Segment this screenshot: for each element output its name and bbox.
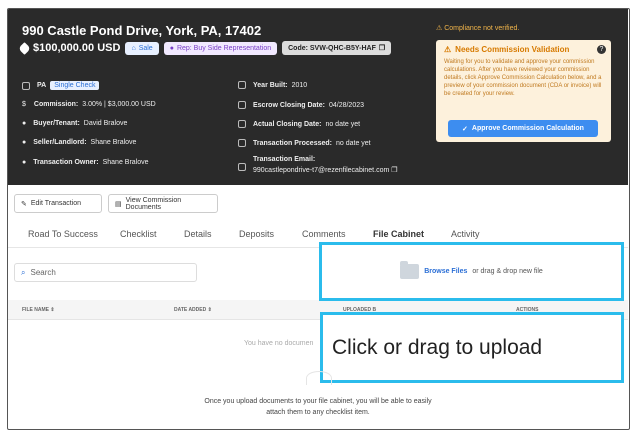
email-value: 990castlepondrive-t7@rezenfilecabinet.co… [253,167,390,174]
tab-checklist[interactable]: Checklist [120,229,157,239]
owner-label: Transaction Owner: [33,159,99,166]
copy-icon[interactable]: ❐ [379,44,385,52]
edit-transaction-label: Edit Transaction [30,200,82,207]
commission-value: 3.00% | $3,000.00 USD [82,101,156,108]
dollar-icon: $ [22,101,26,108]
price-value: $100,000.00 USD [33,42,121,54]
file-drop-zone[interactable]: Browse Files or drag & drop new file [319,242,624,301]
view-commission-documents-button[interactable]: ▤ View Commission Documents [108,194,218,213]
rep-badge: ● Rep: Buy Side Representation [163,41,278,55]
calendar-icon [238,120,246,128]
price-tag-icon [18,41,31,55]
price-row: $100,000.00 USD ⌂ Sale ● Rep: Buy Side R… [18,41,392,55]
transaction-page: 990 Castle Pond Drive, York, PA, 17402 $… [7,8,630,430]
person-icon: ● [22,159,27,166]
email-label: Transaction Email: [253,156,316,163]
tab-road-to-success[interactable]: Road To Success [28,229,98,239]
commission-validation-title: ⚠ Needs Commission Validation [444,45,603,54]
state-value: PA [37,82,47,89]
actual-closing-label: Actual Closing Date: [253,120,322,128]
actual-closing-row: Actual Closing Date: no date yet [238,120,360,128]
view-commission-documents-label: View Commission Documents [125,196,182,211]
commission-row: $ Commission: 3.00% | $3,000.00 USD [22,101,156,108]
sale-badge: ⌂ Sale [125,41,159,55]
transaction-header: 990 Castle Pond Drive, York, PA, 17402 $… [8,9,628,185]
commission-validation-text: Waiting for you to validate and approve … [444,59,602,97]
processed-value: no date yet [335,139,371,147]
clipboard-icon [238,139,246,147]
warning-icon: ⚠ [444,45,452,54]
processed-row: Transaction Processed: no date yet [238,139,371,147]
empty-state-illustration [306,371,332,385]
property-address: 990 Castle Pond Drive, York, PA, 17402 [22,23,262,38]
approve-commission-button[interactable]: ✓ Approve Commission Calculation [448,120,598,137]
email-value-wrap: 990castlepondrive-t7@rezenfilecabinet.co… [253,166,398,174]
actual-closing-value: no date yet [325,120,361,128]
document-icon: ▤ [115,200,122,208]
flag-icon [22,81,30,90]
help-icon[interactable]: ? [597,45,606,54]
buyer-row: ● Buyer/Tenant: David Bralove [22,120,127,127]
column-file-name[interactable]: FILE NAME ⇕ [22,307,55,313]
calendar-icon [238,81,246,89]
tab-file-cabinet[interactable]: File Cabinet [373,229,424,239]
empty-state-text: You have no documen [244,340,314,347]
compliance-warning: ⚠ Compliance not verified. [436,24,519,32]
tab-comments[interactable]: Comments [302,229,346,239]
check-icon: ✓ [462,125,468,133]
sale-badge-label: Sale [138,44,153,52]
copy-icon[interactable]: ❐ [391,167,397,174]
folder-icon [400,261,420,279]
processed-label: Transaction Processed: [253,139,332,147]
search-field[interactable]: ⌕ Search [14,263,197,282]
year-label: Year Built: [253,81,288,89]
empty-state-help-text: Once you upload documents to your file c… [204,398,432,416]
upload-hint-text: Click or drag to upload [332,335,543,359]
buyer-value: David Bralove [83,120,128,127]
upload-hint-callout: Click or drag to upload [320,312,624,383]
tab-activity[interactable]: Activity [451,229,480,239]
edit-transaction-button[interactable]: ✎ Edit Transaction [14,194,102,213]
drop-zone-text: or drag & drop new file [472,268,543,275]
code-badge[interactable]: Code: SVW-QHC-B5Y-HAF ❐ [282,41,392,55]
year-value: 2010 [291,81,308,89]
compliance-warning-text: Compliance not verified. [444,25,520,32]
owner-value: Shane Bralove [102,159,149,166]
seller-row: ● Seller/Landlord: Shane Bralove [22,139,136,146]
escrow-row: Escrow Closing Date: 04/28/2023 [238,101,364,109]
buyer-label: Buyer/Tenant: [33,120,80,127]
rep-badge-label: Rep: Buy Side Representation [176,44,272,52]
code-badge-label: Code: SVW-QHC-B5Y-HAF [288,44,376,52]
commission-label: Commission: [33,101,79,108]
price: $100,000.00 USD [18,41,121,55]
home-icon: ⌂ [131,44,136,52]
tab-deposits[interactable]: Deposits [239,229,274,239]
car-icon [238,101,246,109]
commission-title-text: Needs Commission Validation [455,45,570,54]
browse-files-link[interactable]: Browse Files [424,268,467,275]
warning-icon: ⚠ [436,25,443,32]
person-icon: ● [169,44,174,52]
approve-commission-label: Approve Commission Calculation [471,125,584,132]
single-check-badge: Single Check [50,81,100,90]
email-row: Transaction Email: 990castlepondrive-t7@… [238,156,398,174]
commission-validation-panel: ⚠ Needs Commission Validation ? Waiting … [436,40,611,142]
mail-icon [238,163,246,171]
pencil-icon: ✎ [21,200,27,208]
owner-row: ● Transaction Owner: Shane Bralove [22,159,149,166]
column-date-added[interactable]: DATE ADDED ⇕ [174,307,212,313]
person-icon: ● [22,120,27,127]
seller-value: Shane Bralove [90,139,137,146]
escrow-value: 04/28/2023 [328,101,365,109]
person-icon: ● [22,139,27,146]
escrow-label: Escrow Closing Date: [253,101,325,109]
tab-details[interactable]: Details [184,229,212,239]
year-row: Year Built: 2010 [238,81,307,89]
state-row: PA Single Check [22,81,100,90]
search-icon: ⌕ [21,267,26,277]
search-placeholder: Search [30,268,56,277]
seller-label: Seller/Landlord: [33,139,87,146]
